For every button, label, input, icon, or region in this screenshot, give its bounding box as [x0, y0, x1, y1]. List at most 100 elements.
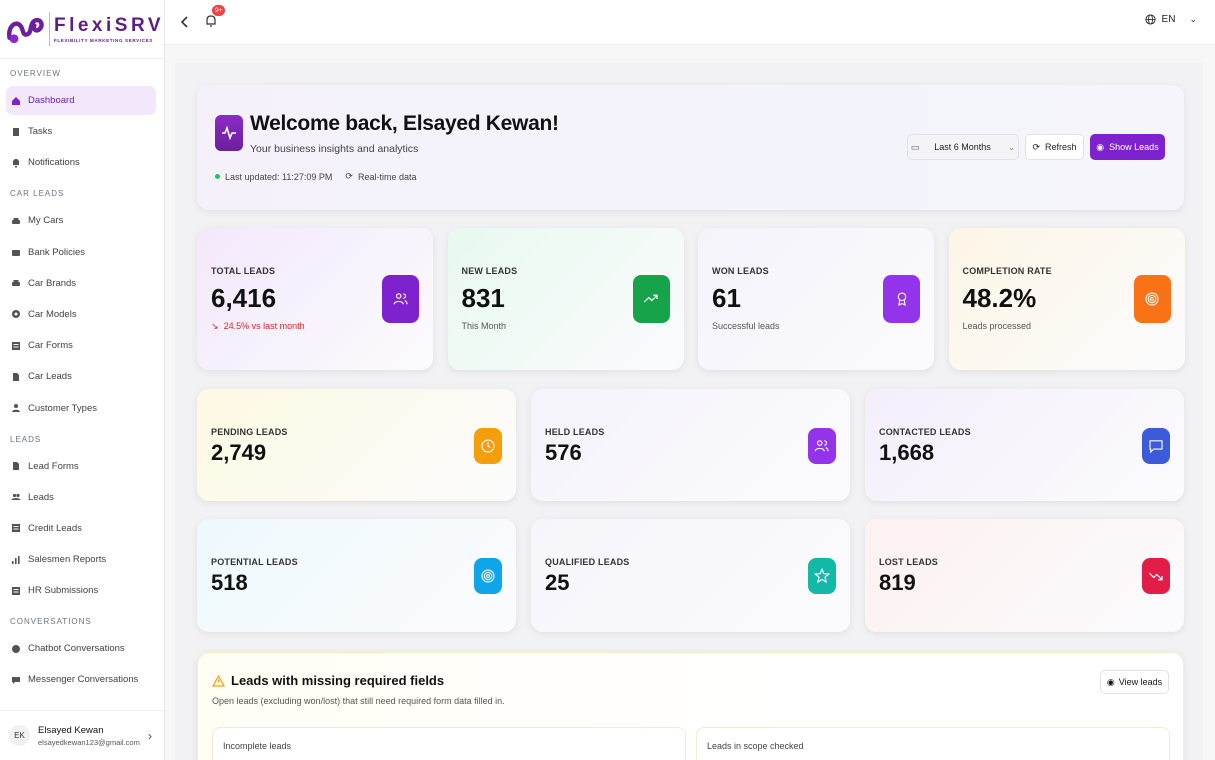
stat-card-held-leads[interactable]: HELD LEADS 576 [531, 389, 850, 501]
sidebar-item-label: Tasks [28, 126, 53, 138]
stat-card-won-leads[interactable]: WON LEADS 61 Successful leads [698, 228, 934, 370]
sidebar-item-dashboard[interactable]: Dashboard [6, 86, 156, 115]
user-email: elsayedkewan123@gmail.com [38, 737, 140, 747]
date-range-select[interactable]: ▭ Last 6 Months ⌄ [907, 134, 1019, 160]
sidebar-item-label: Notifications [28, 157, 80, 169]
sidebar-item-bank-policies[interactable]: Bank Policies [6, 238, 156, 267]
eye-icon: ◉ [1106, 676, 1115, 687]
sidebar-item-label: HR Submissions [28, 585, 99, 597]
sidebar-item-credit-leads[interactable]: Credit Leads [6, 514, 156, 543]
page-title: Welcome back, Elsayed Kewan! [250, 112, 559, 135]
document-icon [11, 372, 21, 382]
sidebar-item-label: Lead Forms [28, 460, 79, 472]
chevron-left-icon[interactable] [179, 14, 191, 30]
stat-card-pending-leads[interactable]: PENDING LEADS 2,749 [197, 389, 516, 501]
bell-icon[interactable] [205, 14, 217, 28]
stat-label: WON LEADS [712, 266, 769, 276]
clipboard-icon [11, 127, 21, 137]
chevron-right-icon[interactable]: › [148, 729, 152, 743]
notification-badge: 9+ [212, 5, 226, 16]
stat-label: NEW LEADS [461, 266, 518, 276]
chevron-down-icon: ⌄ [1007, 141, 1016, 152]
stat-card-lost-leads[interactable]: LOST LEADS 819 [865, 519, 1184, 632]
nav-section-title: OVERVIEW [10, 69, 61, 78]
nav-section-title: CONVERSATIONS [10, 617, 92, 627]
car-icon [11, 216, 21, 226]
sidebar-item-label: Dashboard [28, 95, 75, 106]
stat-card-potential-leads[interactable]: POTENTIAL LEADS 518 [197, 519, 516, 632]
refresh-small-icon: ⟳ [345, 171, 353, 181]
stat-value: 2,749 [211, 440, 267, 465]
stat-value: 61 [712, 283, 741, 313]
gear-icon [11, 309, 21, 319]
sidebar-item-label: Customer Types [28, 402, 97, 414]
stat-label: HELD LEADS [545, 427, 605, 437]
sidebar-item-my-cars[interactable]: My Cars [6, 206, 156, 235]
incomplete-leads-box: Incomplete leads [212, 727, 686, 760]
stat-card-new-leads[interactable]: NEW LEADS 831 This Month [447, 228, 684, 370]
status-dot [215, 174, 220, 179]
eye-icon: ◉ [1096, 141, 1105, 152]
sidebar-item-car-brands[interactable]: Car Brands [6, 269, 156, 298]
chart-icon [11, 555, 21, 565]
bot-icon [11, 644, 21, 654]
refresh-icon: ⟳ [1032, 141, 1041, 152]
stat-label: COMPLETION RATE [962, 266, 1052, 276]
trending-up-icon [632, 275, 670, 323]
sidebar-item-customer-types[interactable]: Customer Types [6, 394, 156, 423]
user-icon [11, 403, 21, 413]
stat-card-qualified-leads[interactable]: QUALIFIED LEADS 25 [531, 519, 850, 632]
missing-fields-card: Leads with missing required fields Open … [197, 652, 1184, 760]
sidebar-item-leads[interactable]: Leads [6, 483, 156, 512]
stat-value: 48.2% [962, 283, 1037, 313]
stat-value: 25 [545, 570, 570, 595]
sidebar-item-notifications[interactable]: Notifications [6, 148, 156, 177]
award-icon [883, 275, 920, 323]
sidebar-item-chatbot-conversations[interactable]: Chatbot Conversations [6, 634, 156, 663]
trending-down-icon [1142, 558, 1170, 594]
sidebar-item-hr-submissions[interactable]: HR Submissions [6, 576, 156, 605]
sidebar-nav: OVERVIEW Dashboard Tasks Notifications CAR L… [0, 67, 164, 694]
show-leads-button[interactable]: ◉ Show Leads [1090, 134, 1165, 160]
sidebar-item-lead-forms[interactable]: Lead Forms [6, 452, 156, 481]
users-icon [11, 492, 21, 502]
sidebar-item-label: Chatbot Conversations [28, 643, 125, 655]
clock-icon [474, 428, 502, 464]
main-content: Welcome back, Elsayed Kewan! Your busine… [175, 63, 1203, 760]
calendar-icon: ▭ [910, 141, 920, 152]
car-icon [11, 278, 21, 288]
sidebar-item-car-forms[interactable]: Car Forms [6, 331, 156, 360]
sidebar-item-label: Car Forms [28, 340, 73, 352]
stat-trend: ↘ 24.5% vs last month [211, 321, 305, 331]
logo[interactable]: FlexiSRV FLEXIBILITY MARKETING SERVICES [0, 0, 164, 59]
last-updated: Last updated: 11:27:09 PM [225, 171, 333, 182]
sidebar: FlexiSRV FLEXIBILITY MARKETING SERVICES … [0, 0, 165, 760]
stat-card-completion-rate[interactable]: COMPLETION RATE 48.2% Leads processed [948, 228, 1185, 370]
stat-subtext: Leads processed [962, 321, 1032, 331]
refresh-button[interactable]: ⟳ Refresh [1025, 134, 1084, 160]
stat-value: 1,668 [879, 440, 935, 465]
avatar: EK [9, 725, 30, 746]
sidebar-item-car-leads[interactable]: Car Leads [6, 362, 156, 391]
stat-subtext: Successful leads [712, 321, 780, 331]
stat-card-contacted-leads[interactable]: CONTACTED LEADS 1,668 [865, 389, 1184, 501]
realtime-label: Real-time data [357, 171, 417, 182]
sidebar-item-salesmen-reports[interactable]: Salesmen Reports [6, 545, 156, 574]
brand-name: FlexiSRV [53, 14, 164, 36]
language-selector[interactable]: EN ⌄ [1145, 14, 1197, 25]
missing-title: Leads with missing required fields [231, 673, 445, 688]
activity-icon [215, 115, 243, 151]
stat-card-total-leads[interactable]: TOTAL LEADS 6,416 ↘ 24.5% vs last month [197, 228, 433, 370]
logo-mark-icon [7, 17, 44, 44]
stat-label: TOTAL LEADS [211, 266, 276, 276]
view-leads-button[interactable]: ◉ View leads [1100, 670, 1169, 694]
language-code: EN [1161, 14, 1176, 25]
brand-tagline: FLEXIBILITY MARKETING SERVICES [53, 37, 153, 43]
users-icon [382, 275, 419, 323]
sidebar-item-tasks[interactable]: Tasks [6, 117, 156, 146]
user-profile[interactable]: EK Elsayed Kewan elsayedkewan123@gmail.c… [0, 710, 164, 760]
sidebar-item-messenger-conversations[interactable]: Messenger Conversations [6, 665, 156, 694]
stat-value: 576 [545, 440, 582, 465]
sidebar-item-car-models[interactable]: Car Models [6, 300, 156, 329]
sidebar-item-label: Messenger Conversations [28, 674, 139, 686]
